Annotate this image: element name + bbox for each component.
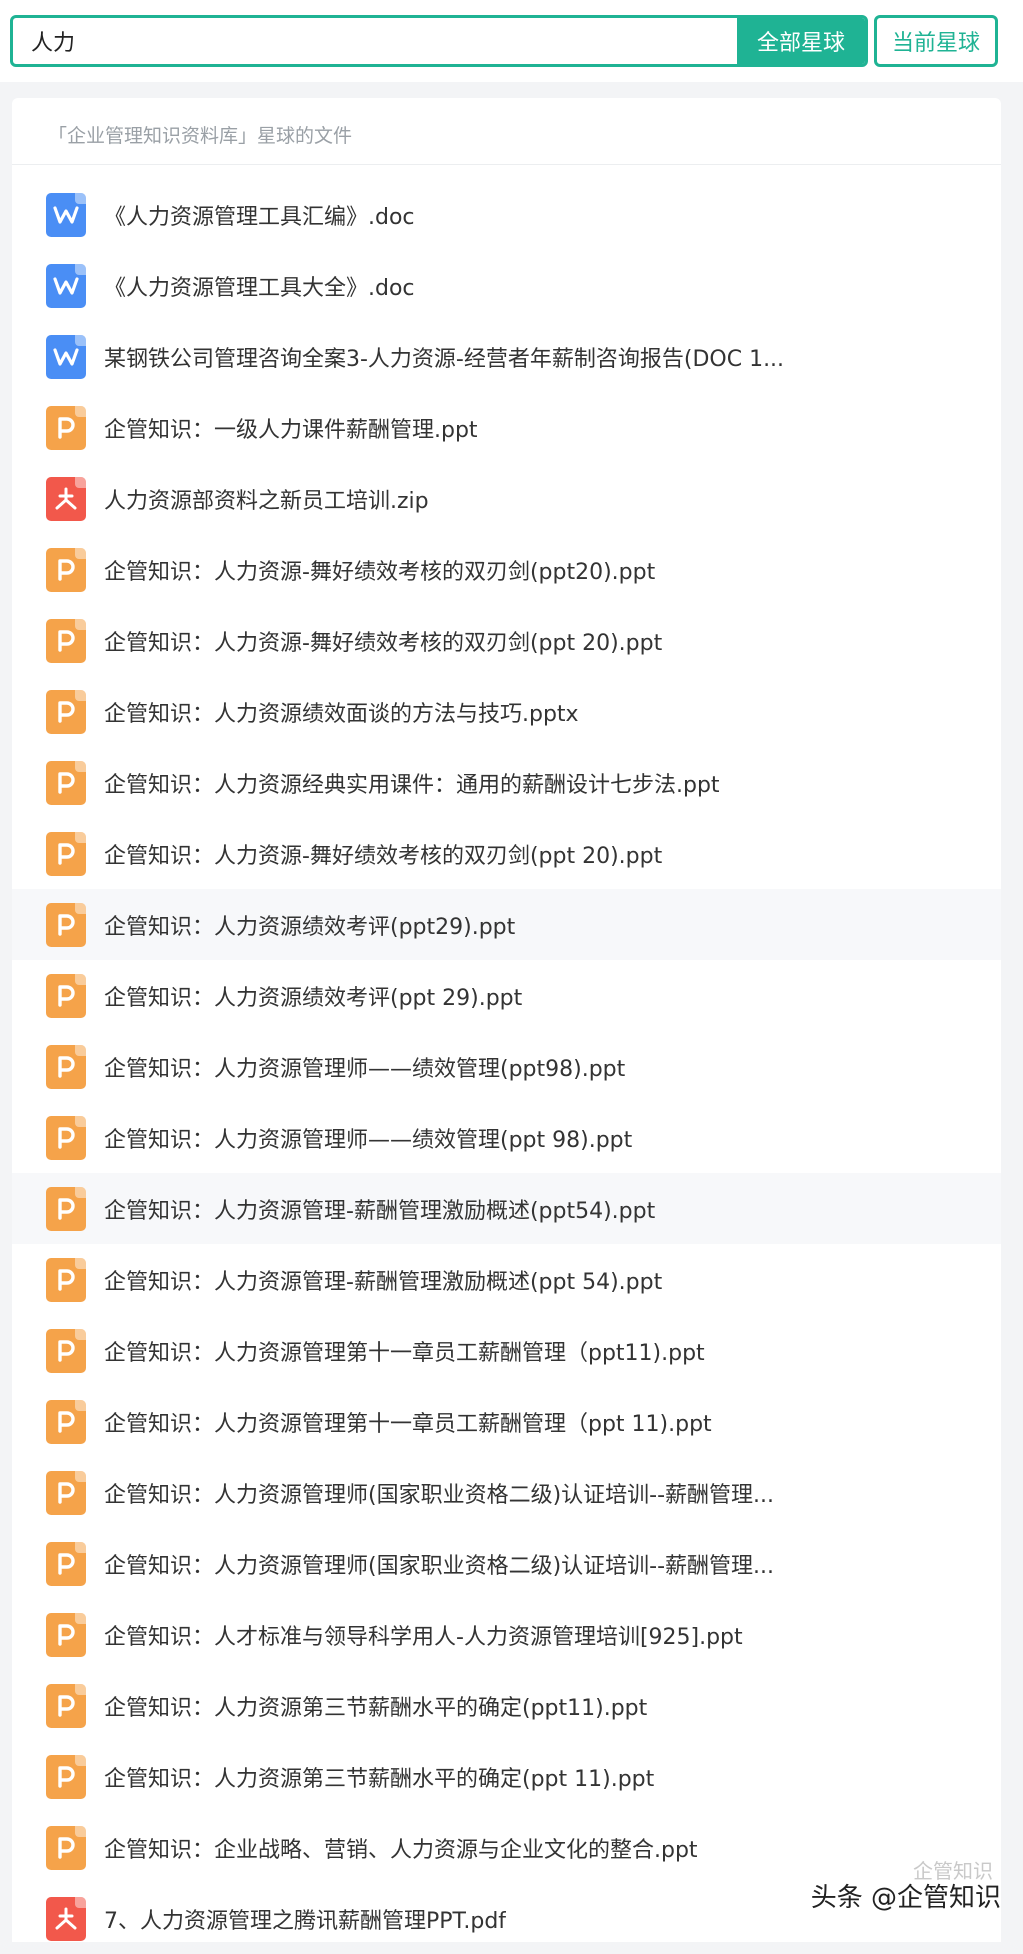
- file-row[interactable]: 企管知识：人力资源管理师——绩效管理(ppt98).ppt: [12, 1031, 1001, 1102]
- file-row[interactable]: 企管知识：人力资源第三节薪酬水平的确定(ppt 11).ppt: [12, 1741, 1001, 1812]
- search-bar: 全部星球 当前星球: [0, 0, 1023, 82]
- doc-file-icon: [46, 264, 86, 308]
- file-row[interactable]: 企管知识：人力资源管理第十一章员工薪酬管理（ppt 11).ppt: [12, 1386, 1001, 1457]
- file-row[interactable]: 企管知识：企业战略、营销、人力资源与企业文化的整合.ppt: [12, 1812, 1001, 1883]
- ppt-file-icon: [46, 1400, 86, 1444]
- file-row[interactable]: 企管知识：人力资源-舞好绩效考核的双刃剑(ppt 20).ppt: [12, 818, 1001, 889]
- file-row[interactable]: 人力资源部资料之新员工培训.zip: [12, 463, 1001, 534]
- ppt-file-icon: [46, 1329, 86, 1373]
- file-row[interactable]: 企管知识：人力资源管理-薪酬管理激励概述(ppt 54).ppt: [12, 1244, 1001, 1315]
- file-row[interactable]: 企管知识：一级人力课件薪酬管理.ppt: [12, 392, 1001, 463]
- file-name: 企管知识：人力资源管理第十一章员工薪酬管理（ppt11).ppt: [104, 1335, 705, 1367]
- pdf-file-icon: [46, 477, 86, 521]
- file-list: 《人力资源管理工具汇编》.doc 《人力资源管理工具大全》.doc 某钢铁公司管理咨…: [12, 179, 1001, 1954]
- file-row[interactable]: 企管知识：人力资源绩效面谈的方法与技巧.pptx: [12, 676, 1001, 747]
- file-name: 企管知识：一级人力课件薪酬管理.ppt: [104, 412, 478, 444]
- file-row[interactable]: 企管知识：人力资源绩效考评(ppt29).ppt: [12, 889, 1001, 960]
- doc-file-icon: [46, 193, 86, 237]
- file-name: 企管知识：人力资源管理师——绩效管理(ppt 98).ppt: [104, 1122, 632, 1154]
- file-name: 企管知识：人力资源管理-薪酬管理激励概述(ppt 54).ppt: [104, 1264, 662, 1296]
- search-input[interactable]: [13, 18, 737, 64]
- file-name: 企管知识：企业战略、营销、人力资源与企业文化的整合.ppt: [104, 1832, 698, 1864]
- file-row[interactable]: 企管知识：人力资源绩效考评(ppt 29).ppt: [12, 960, 1001, 1031]
- ppt-file-icon: [46, 619, 86, 663]
- ppt-file-icon: [46, 1755, 86, 1799]
- file-name: 《人力资源管理工具大全》.doc: [104, 270, 415, 302]
- ppt-file-icon: [46, 1471, 86, 1515]
- search-box: 全部星球: [10, 15, 868, 67]
- ppt-file-icon: [46, 1826, 86, 1870]
- file-row[interactable]: 《人力资源管理工具大全》.doc: [12, 250, 1001, 321]
- ppt-file-icon: [46, 1613, 86, 1657]
- file-name: 7、人力资源管理之腾讯薪酬管理PPT.pdf: [104, 1903, 506, 1935]
- ppt-file-icon: [46, 1542, 86, 1586]
- file-name: 人力资源部资料之新员工培训.zip: [104, 483, 429, 515]
- file-list-card: 「企业管理知识资料库」星球的文件 《人力资源管理工具汇编》.doc 《人力资源管理…: [12, 98, 1001, 1942]
- file-name: 企管知识：人力资源第三节薪酬水平的确定(ppt11).ppt: [104, 1690, 647, 1722]
- ppt-file-icon: [46, 974, 86, 1018]
- file-name: 企管知识：人力资源管理师(国家职业资格二级)认证培训--薪酬管理...: [104, 1477, 774, 1509]
- file-name: 《人力资源管理工具汇编》.doc: [104, 199, 415, 231]
- ppt-file-icon: [46, 1045, 86, 1089]
- ppt-file-icon: [46, 1258, 86, 1302]
- file-name: 企管知识：人力资源绩效考评(ppt 29).ppt: [104, 980, 522, 1012]
- ppt-file-icon: [46, 1684, 86, 1728]
- file-name: 企管知识：人力资源-舞好绩效考核的双刃剑(ppt20).ppt: [104, 554, 655, 586]
- file-name: 企管知识：人力资源管理师(国家职业资格二级)认证培训--薪酬管理...: [104, 1548, 774, 1580]
- search-current-planet-button[interactable]: 当前星球: [874, 15, 998, 67]
- file-row[interactable]: 企管知识：人力资源管理第十一章员工薪酬管理（ppt11).ppt: [12, 1315, 1001, 1386]
- file-row[interactable]: 企管知识：人力资源-舞好绩效考核的双刃剑(ppt20).ppt: [12, 534, 1001, 605]
- pdf-file-icon: [46, 1897, 86, 1941]
- file-name: 企管知识：人力资源-舞好绩效考核的双刃剑(ppt 20).ppt: [104, 838, 662, 870]
- file-row[interactable]: 《人力资源管理工具汇编》.doc: [12, 179, 1001, 250]
- file-row[interactable]: 企管知识：人力资源第三节薪酬水平的确定(ppt11).ppt: [12, 1670, 1001, 1741]
- doc-file-icon: [46, 335, 86, 379]
- file-row[interactable]: 企管知识：人才标准与领导科学用人-人力资源管理培训[925].ppt: [12, 1599, 1001, 1670]
- file-name: 企管知识：人力资源管理第十一章员工薪酬管理（ppt 11).ppt: [104, 1406, 712, 1438]
- file-row[interactable]: 某钢铁公司管理咨询全案3-人力资源-经营者年薪制咨询报告(DOC 1...: [12, 321, 1001, 392]
- file-row[interactable]: 企管知识：人力资源管理师——绩效管理(ppt 98).ppt: [12, 1102, 1001, 1173]
- ppt-file-icon: [46, 548, 86, 592]
- ppt-file-icon: [46, 903, 86, 947]
- file-row[interactable]: 企管知识：人力资源经典实用课件：通用的薪酬设计七步法.ppt: [12, 747, 1001, 818]
- file-name: 企管知识：人力资源第三节薪酬水平的确定(ppt 11).ppt: [104, 1761, 654, 1793]
- watermark: 头条 @企管知识: [811, 1877, 1001, 1914]
- search-all-planets-button[interactable]: 全部星球: [737, 18, 865, 64]
- ppt-file-icon: [46, 761, 86, 805]
- file-name: 企管知识：人力资源管理师——绩效管理(ppt98).ppt: [104, 1051, 625, 1083]
- ppt-file-icon: [46, 406, 86, 450]
- ppt-file-icon: [46, 1187, 86, 1231]
- file-name: 企管知识：人力资源绩效考评(ppt29).ppt: [104, 909, 515, 941]
- ppt-file-icon: [46, 1116, 86, 1160]
- file-name: 企管知识：人力资源绩效面谈的方法与技巧.pptx: [104, 696, 579, 728]
- file-name: 企管知识：人才标准与领导科学用人-人力资源管理培训[925].ppt: [104, 1619, 743, 1651]
- file-row[interactable]: 企管知识：人力资源-舞好绩效考核的双刃剑(ppt 20).ppt: [12, 605, 1001, 676]
- file-row[interactable]: 企管知识：人力资源管理-薪酬管理激励概述(ppt54).ppt: [12, 1173, 1001, 1244]
- file-name: 企管知识：人力资源-舞好绩效考核的双刃剑(ppt 20).ppt: [104, 625, 662, 657]
- file-name: 某钢铁公司管理咨询全案3-人力资源-经营者年薪制咨询报告(DOC 1...: [104, 341, 784, 373]
- file-list-title: 「企业管理知识资料库」星球的文件: [12, 98, 1001, 165]
- file-name: 企管知识：人力资源管理-薪酬管理激励概述(ppt54).ppt: [104, 1193, 655, 1225]
- file-row[interactable]: 企管知识：人力资源管理师(国家职业资格二级)认证培训--薪酬管理...: [12, 1528, 1001, 1599]
- ppt-file-icon: [46, 690, 86, 734]
- file-name: 企管知识：人力资源经典实用课件：通用的薪酬设计七步法.ppt: [104, 767, 720, 799]
- file-row[interactable]: 企管知识：人力资源管理师(国家职业资格二级)认证培训--薪酬管理...: [12, 1457, 1001, 1528]
- ppt-file-icon: [46, 832, 86, 876]
